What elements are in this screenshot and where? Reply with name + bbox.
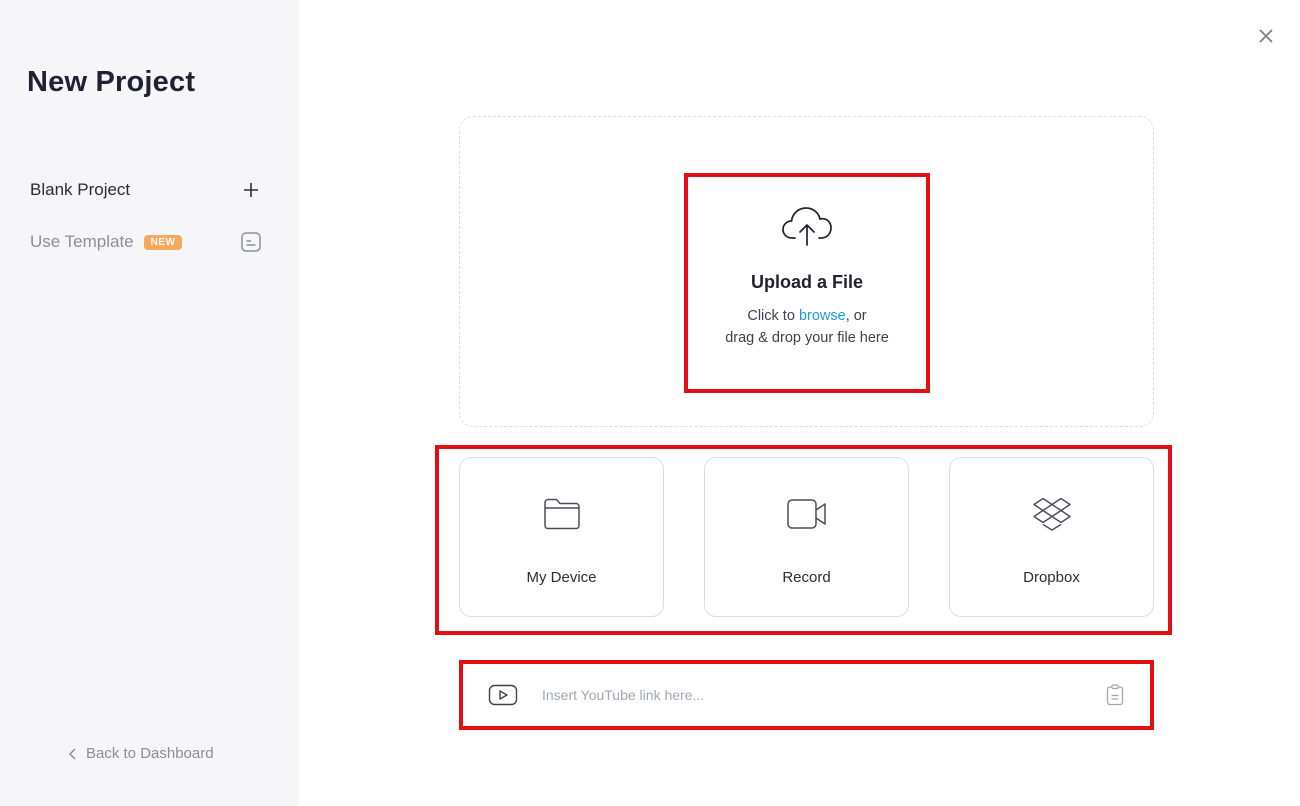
back-to-dashboard-link[interactable]: Back to Dashboard (68, 745, 214, 762)
youtube-link-row (463, 664, 1150, 726)
youtube-play-icon (488, 684, 518, 706)
sidebar-item-use-template[interactable]: Use Template NEW (30, 227, 262, 257)
browse-link[interactable]: browse (799, 308, 846, 324)
page-title: New Project (27, 66, 196, 98)
upload-desc-suffix: , or (845, 308, 867, 324)
sidebar-item-label-group: Use Template NEW (30, 232, 183, 252)
sidebar-item-blank-project[interactable]: Blank Project (30, 175, 262, 205)
back-label: Back to Dashboard (86, 745, 214, 762)
cloud-upload-icon (781, 205, 833, 252)
dropbox-button[interactable]: Dropbox (949, 457, 1154, 617)
upload-desc-prefix: Click to (747, 308, 799, 324)
my-device-button[interactable]: My Device (459, 457, 664, 617)
source-label: Record (782, 569, 831, 586)
template-icon (240, 231, 262, 253)
new-badge: NEW (143, 234, 183, 250)
sidebar-item-label: Use Template (30, 232, 134, 251)
close-button[interactable] (1255, 25, 1277, 47)
paste-icon[interactable] (1106, 684, 1124, 706)
upload-desc-line2: drag & drop your file here (725, 330, 889, 346)
sidebar: New Project Blank Project Use Template N… (0, 0, 299, 806)
folder-icon (543, 494, 581, 534)
record-button[interactable]: Record (704, 457, 909, 617)
source-label: My Device (526, 569, 597, 586)
upload-title: Upload a File (750, 272, 864, 292)
sidebar-item-label: Blank Project (30, 180, 131, 199)
plus-icon (240, 179, 262, 201)
dropbox-icon (1032, 494, 1072, 534)
video-camera-icon (786, 494, 828, 534)
chevron-left-icon (68, 747, 78, 761)
upload-description: Click to browse, or drag & drop your fil… (725, 305, 889, 349)
youtube-link-input[interactable] (542, 687, 1106, 703)
upload-file-area[interactable]: Upload a File Click to browse, or drag &… (684, 173, 930, 393)
close-icon (1259, 29, 1273, 43)
source-label: Dropbox (1023, 569, 1080, 586)
